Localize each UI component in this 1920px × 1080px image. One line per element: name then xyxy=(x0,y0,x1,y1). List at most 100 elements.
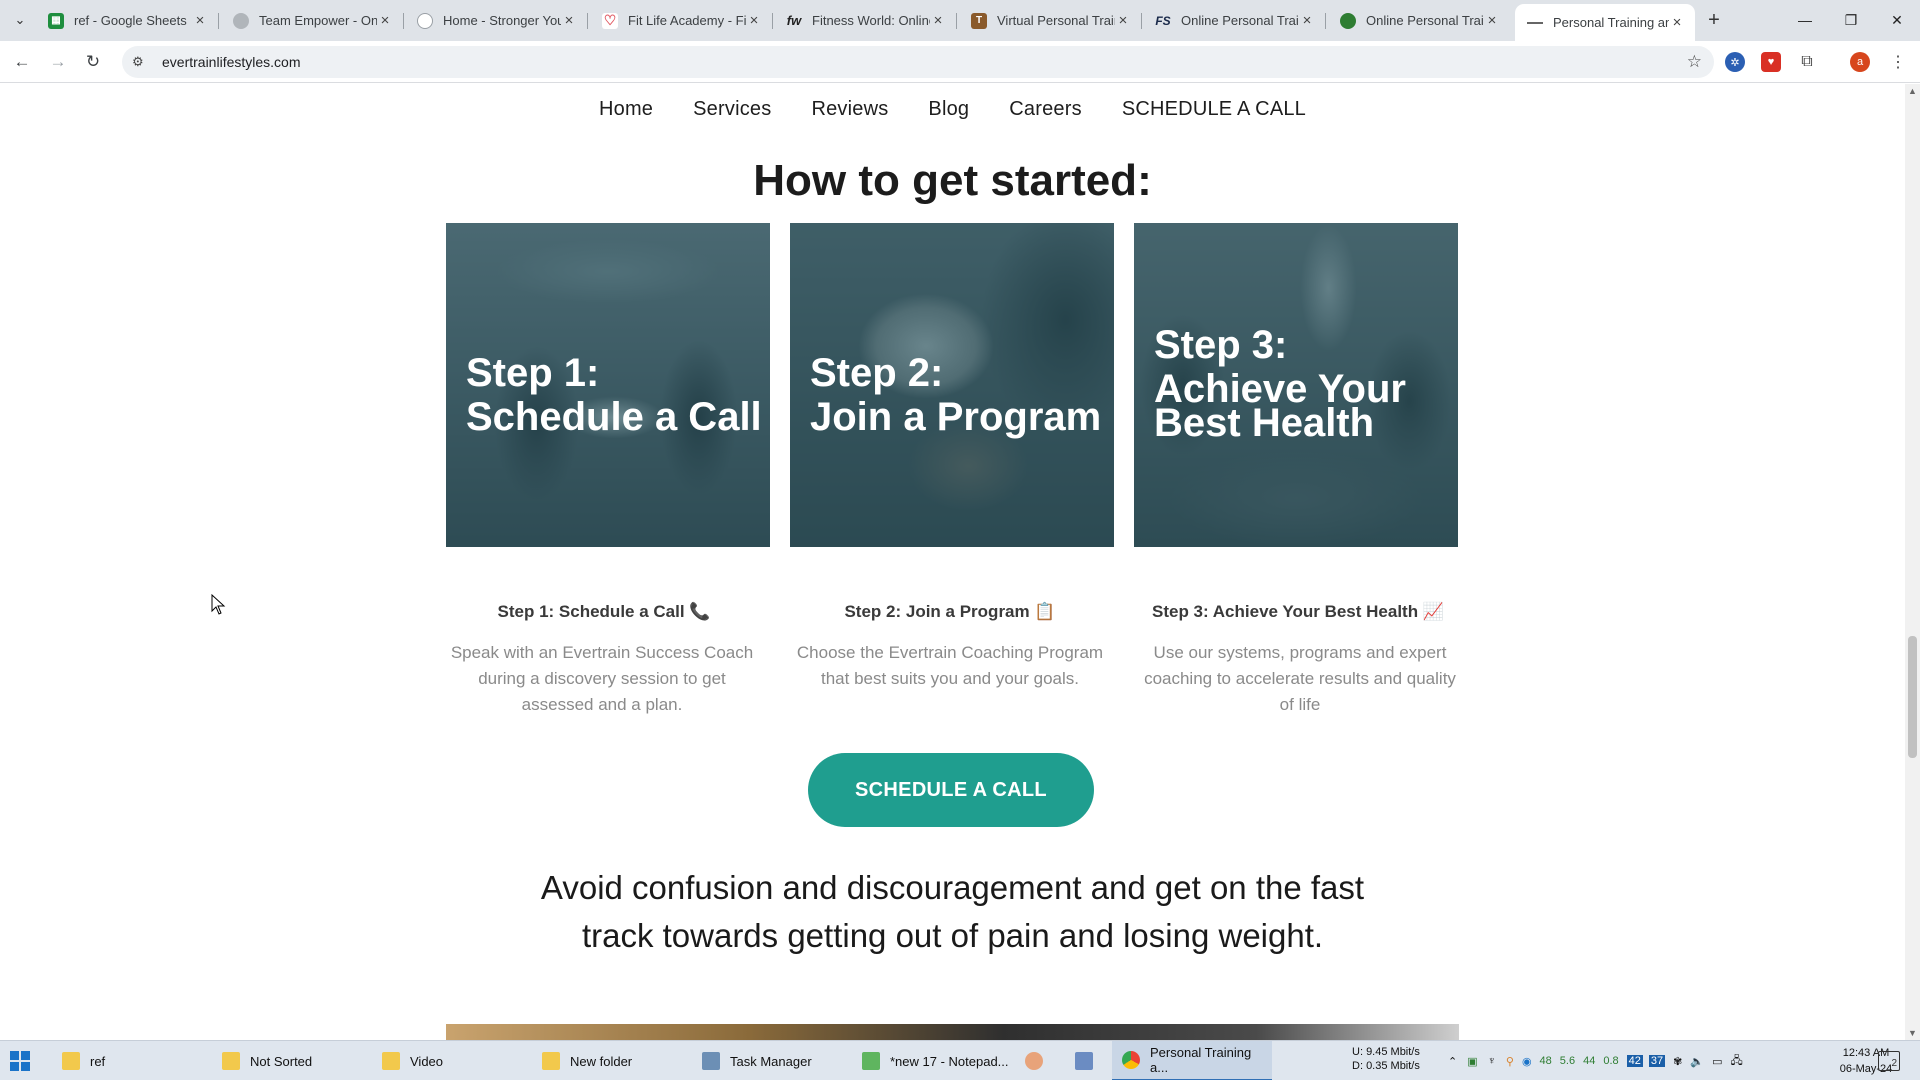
fs-icon: FS xyxy=(1155,13,1171,28)
tray-app-icon[interactable]: ▣ xyxy=(1467,1055,1477,1068)
page-scrollbar[interactable]: ▲ ▼ xyxy=(1905,84,1920,1040)
promo-headline: Avoid confusion and discouragement and g… xyxy=(540,869,1365,954)
network-speed-monitor: U: 9.45 Mbit/s D: 0.35 Mbit/s xyxy=(1352,1045,1420,1073)
forward-icon[interactable]: → xyxy=(46,50,70,74)
bookmark-star-icon[interactable]: ☆ xyxy=(1687,52,1702,72)
profile-avatar[interactable]: a xyxy=(1850,52,1870,72)
nav-home[interactable]: Home xyxy=(599,98,653,121)
tray-app-icon[interactable]: ♆ xyxy=(1488,1055,1496,1067)
step-2-card[interactable]: Step 2: Join a Program xyxy=(790,223,1114,547)
taskbar-item-new-folder[interactable]: New folder xyxy=(542,1041,692,1080)
taskbar-label: ref xyxy=(90,1053,106,1069)
volume-icon[interactable]: 🔈 xyxy=(1690,1055,1704,1068)
scrollbar-thumb[interactable] xyxy=(1908,636,1917,758)
tray-app-icon[interactable]: ◉ xyxy=(1522,1055,1532,1068)
menu-kebab-icon[interactable]: ⋮ xyxy=(1888,52,1908,72)
new-tab-icon[interactable]: + xyxy=(1702,8,1726,32)
site-info-icon[interactable]: ⚙ xyxy=(132,54,148,70)
nav-reviews[interactable]: Reviews xyxy=(811,98,888,121)
taskbar-item-not-sorted[interactable]: Not Sorted xyxy=(222,1041,372,1080)
extensions-puzzle-icon[interactable]: ⧉ xyxy=(1797,52,1817,72)
mouse-cursor-icon xyxy=(211,594,226,615)
tab-google-sheets[interactable]: ▦ ref - Google Sheets × xyxy=(36,4,219,37)
restore-icon[interactable]: ❐ xyxy=(1828,6,1874,34)
site-navigation: Home Services Reviews Blog Careers SCHED… xyxy=(0,98,1905,121)
tab-title: Home - Stronger You xyxy=(443,13,561,28)
card-title-line-1: Step 2: xyxy=(810,351,944,395)
close-icon[interactable]: × xyxy=(192,12,208,29)
tab-title: Online Personal Train xyxy=(1181,13,1299,28)
step-1-description: Speak with an Evertrain Success Coach du… xyxy=(450,643,754,714)
windows-start-icon[interactable] xyxy=(10,1051,30,1071)
close-icon[interactable]: × xyxy=(1669,14,1685,31)
extension-shield-icon[interactable]: ♥ xyxy=(1761,52,1781,72)
download-speed: 0.35 Mbit/s xyxy=(1366,1060,1420,1072)
close-icon[interactable]: × xyxy=(1299,12,1315,29)
chevron-up-icon[interactable]: ⌃ xyxy=(1448,1055,1457,1068)
nav-blog[interactable]: Blog xyxy=(928,98,969,121)
step-2-description: Choose the Evertrain Coaching Program th… xyxy=(796,643,1104,688)
network-icon[interactable]: 🖧 xyxy=(1730,1052,1742,1071)
taskbar-label: Personal Training a... xyxy=(1150,1045,1252,1075)
nav-careers[interactable]: Careers xyxy=(1009,98,1082,121)
notification-icon[interactable]: 2 xyxy=(1878,1051,1900,1071)
evertrain-icon xyxy=(1527,15,1543,31)
scroll-down-icon[interactable]: ▼ xyxy=(1908,1028,1917,1038)
tab-title: Fit Life Academy - Fit xyxy=(628,13,746,28)
tab-team-empower[interactable]: Team Empower - Onl × xyxy=(221,4,404,37)
close-icon[interactable]: × xyxy=(1115,12,1131,29)
step-3-card[interactable]: Step 3: Achieve Your Best Health xyxy=(1134,223,1458,547)
nav-services[interactable]: Services xyxy=(693,98,771,121)
address-bar[interactable]: ⚙ evertrainlifestyles.com ☆ xyxy=(122,46,1714,78)
tab-title: ref - Google Sheets xyxy=(74,13,187,28)
taskbar-app-icon[interactable] xyxy=(1075,1041,1105,1080)
close-icon[interactable]: × xyxy=(377,12,393,29)
taskbar-label: Video xyxy=(410,1053,444,1069)
tab-title: Virtual Personal Train xyxy=(997,13,1115,28)
search-icon[interactable]: ⚲ xyxy=(1506,1055,1514,1068)
tab-separator xyxy=(218,13,219,29)
close-icon[interactable]: × xyxy=(1484,12,1500,29)
tab-fit-life-academy[interactable]: ♡ Fit Life Academy - Fit × xyxy=(590,4,773,37)
tray-value: 5.6 xyxy=(1559,1055,1576,1067)
reload-icon[interactable]: ↻ xyxy=(81,50,105,74)
taskbar-item-notepad[interactable]: *new 17 - Notepad... xyxy=(862,1041,1012,1080)
tab-stronger-you[interactable]: Home - Stronger You × xyxy=(405,4,588,37)
battery-icon[interactable]: ▭ xyxy=(1712,1055,1722,1068)
step-2-title: Step 2: Join a Program 📋 xyxy=(844,602,1056,621)
tray-badge[interactable]: 37 xyxy=(1648,1055,1666,1067)
scroll-up-icon[interactable]: ▲ xyxy=(1908,86,1917,96)
tray-app-icon[interactable]: ✾ xyxy=(1673,1055,1682,1068)
taskbar-app-icon[interactable] xyxy=(1025,1041,1055,1080)
close-icon[interactable]: × xyxy=(746,12,762,29)
minimize-icon[interactable]: — xyxy=(1782,6,1828,34)
schedule-call-button[interactable]: SCHEDULE A CALL xyxy=(808,753,1094,827)
taskbar-item-task-manager[interactable]: Task Manager xyxy=(702,1041,852,1080)
tab-virtual-personal-train[interactable]: T Virtual Personal Train × xyxy=(959,4,1142,37)
system-tray: ⌃ ▣ ♆ ⚲ ◉ 48 5.6 44 0.8 42 37 ✾ 🔈 ▭ 🖧 xyxy=(1448,1041,1743,1080)
tab-online-personal-train-leaf[interactable]: Online Personal Train × xyxy=(1328,4,1510,37)
close-icon[interactable]: × xyxy=(561,12,577,29)
close-icon[interactable]: × xyxy=(930,12,946,29)
taskbar-item-video[interactable]: Video xyxy=(382,1041,512,1080)
window-close-icon[interactable]: ✕ xyxy=(1874,6,1920,34)
fitlife-icon: ♡ xyxy=(602,12,618,29)
nav-schedule-a-call[interactable]: SCHEDULE A CALL xyxy=(1122,98,1306,121)
tab-personal-training-active[interactable]: Personal Training and × xyxy=(1515,4,1695,41)
taskbar-item-ref[interactable]: ref xyxy=(62,1041,212,1080)
tab-separator xyxy=(1141,13,1142,29)
back-icon[interactable]: ← xyxy=(10,50,34,74)
extension-blue-icon[interactable]: ✲ xyxy=(1725,52,1745,72)
tab-online-personal-train-fs[interactable]: FS Online Personal Train × xyxy=(1143,4,1326,37)
url-text[interactable]: evertrainlifestyles.com xyxy=(162,54,301,70)
app-face-icon xyxy=(1025,1052,1043,1070)
tab-separator xyxy=(587,13,588,29)
tab-title: Online Personal Train xyxy=(1366,13,1484,28)
task-manager-icon xyxy=(702,1052,720,1070)
card-title-line-2: Schedule a Call xyxy=(466,395,762,439)
taskbar-item-chrome[interactable]: Personal Training a... xyxy=(1112,1041,1272,1080)
tab-search-icon[interactable]: ⌄ xyxy=(8,8,32,32)
tab-fitness-world[interactable]: fw Fitness World: Online × xyxy=(774,4,957,37)
step-1-card[interactable]: Step 1: Schedule a Call xyxy=(446,223,770,547)
tray-badge[interactable]: 42 xyxy=(1626,1055,1643,1067)
